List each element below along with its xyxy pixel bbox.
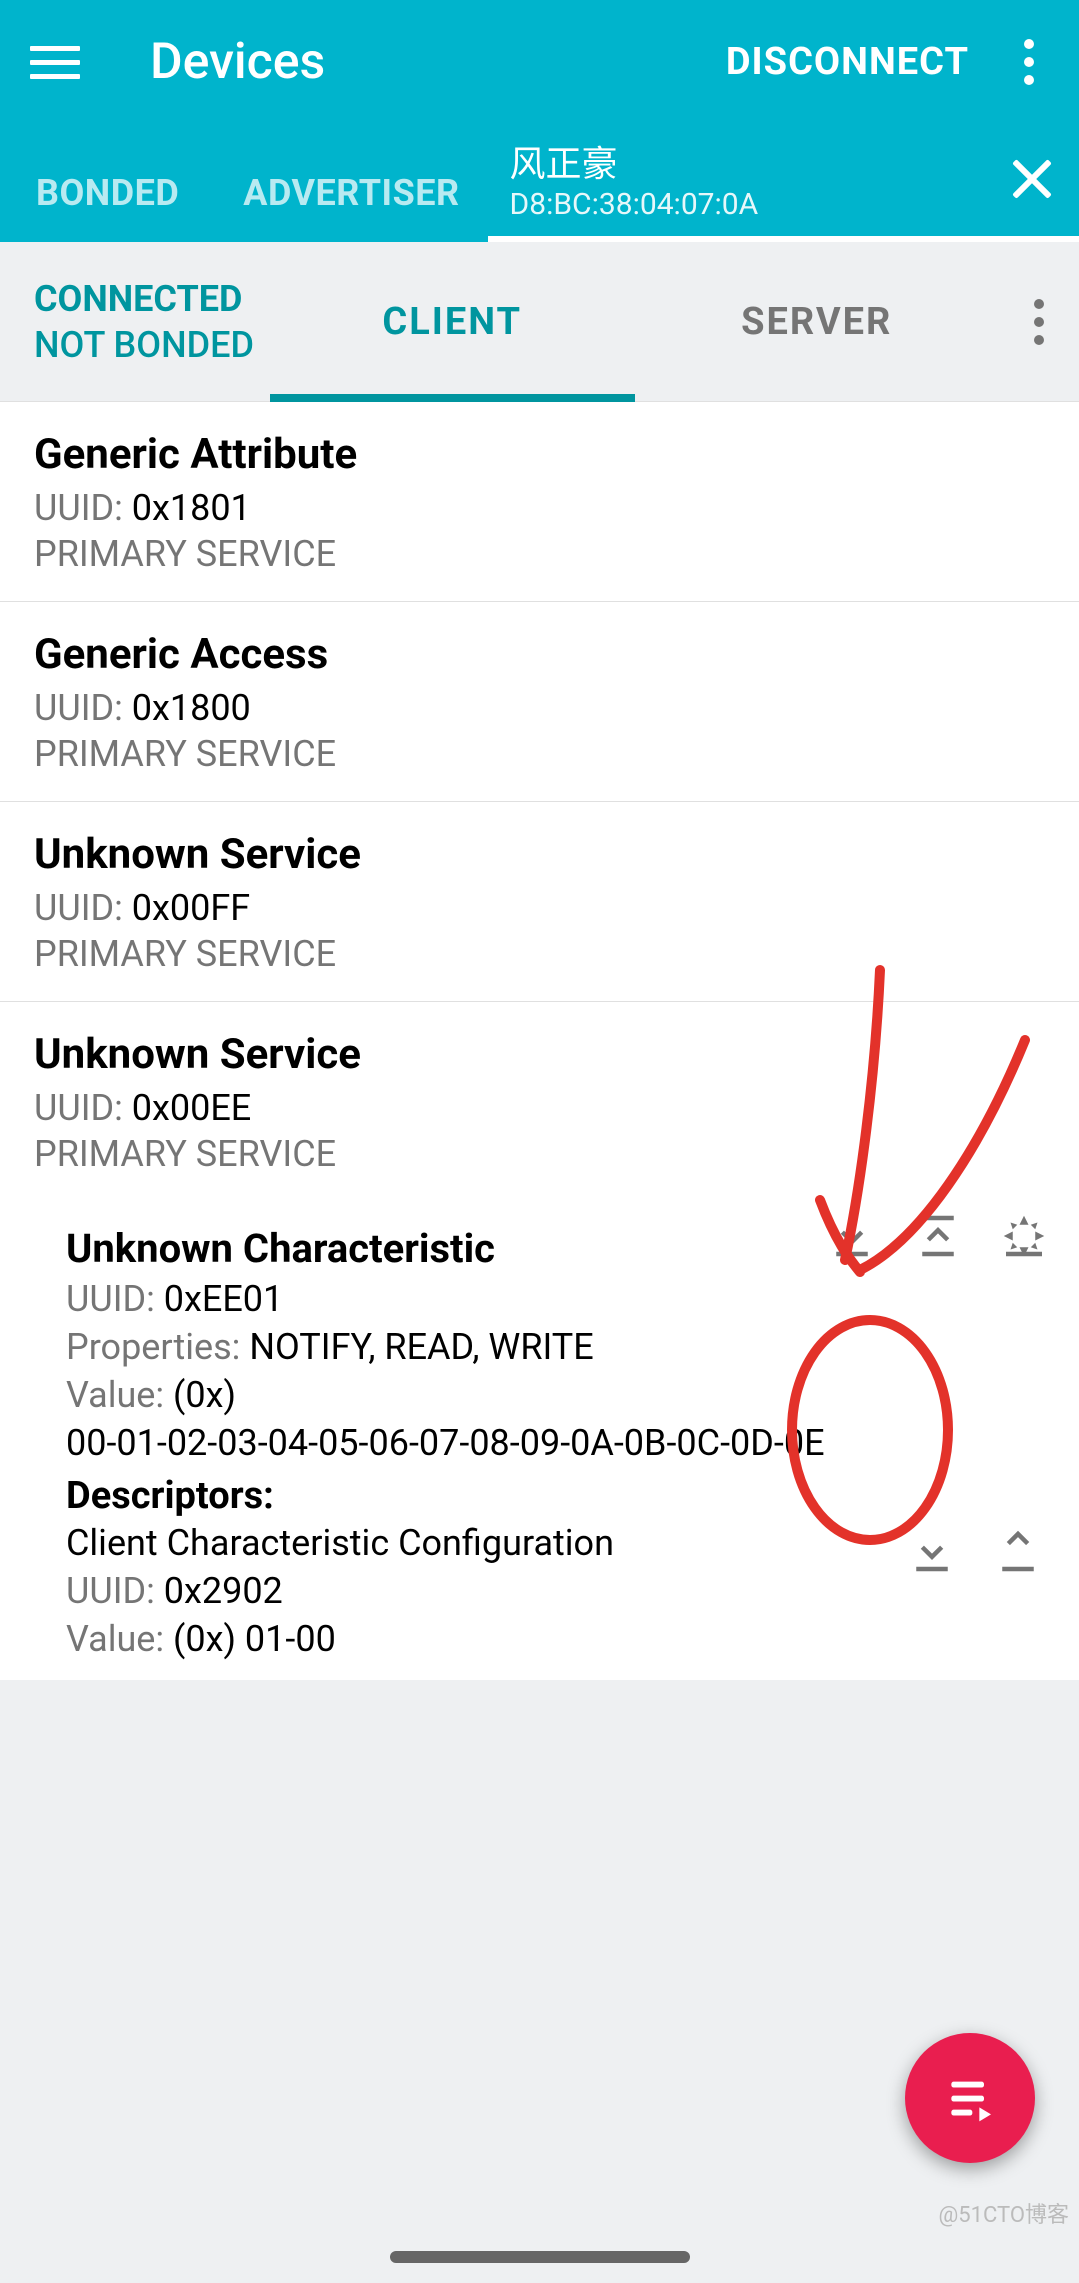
characteristic-value: 00-01-02-03-04-05-06-07-08-09-0A-0B-0C-0… <box>66 1422 825 1464</box>
service-name: Generic Access <box>34 630 1045 679</box>
service-uuid: 0x1800 <box>132 687 251 729</box>
uuid-label: UUID: <box>66 1570 164 1612</box>
uuid-label: UUID: <box>34 1087 132 1129</box>
characteristic-name: Unknown Characteristic <box>66 1207 823 1272</box>
status-bonded: NOT BONDED <box>34 324 270 366</box>
page-title: Devices <box>150 33 726 91</box>
uuid-label: UUID: <box>34 887 132 929</box>
service-type: PRIMARY SERVICE <box>34 933 1045 975</box>
properties-label: Properties: <box>66 1326 249 1368</box>
status-connected: CONNECTED <box>34 278 270 320</box>
characteristic-item: Unknown Characteristic UUID: 0xEE01 Prop… <box>0 1183 1079 1680</box>
uuid-label: UUID: <box>34 487 132 529</box>
service-uuid: 0x00FF <box>132 887 250 929</box>
value-label: Value: <box>66 1374 173 1416</box>
descriptor-name: Client Characteristic Configuration <box>66 1522 903 1564</box>
value-prefix: (0x) <box>173 1374 236 1416</box>
menu-icon[interactable] <box>30 37 80 87</box>
service-name: Unknown Service <box>34 830 1045 879</box>
service-name: Generic Attribute <box>34 430 1045 479</box>
service-item[interactable]: Unknown Service UUID: 0x00FF PRIMARY SER… <box>0 802 1079 1002</box>
service-type: PRIMARY SERVICE <box>34 533 1045 575</box>
upload-icon[interactable] <box>909 1207 967 1265</box>
service-item[interactable]: Generic Access UUID: 0x1800 PRIMARY SERV… <box>0 602 1079 802</box>
tab-bonded[interactable]: BONDED <box>0 172 207 242</box>
service-item[interactable]: Unknown Service UUID: 0x00EE PRIMARY SER… <box>0 1002 1079 1183</box>
disconnect-button[interactable]: DISCONNECT <box>726 40 969 84</box>
service-type: PRIMARY SERVICE <box>34 733 1045 775</box>
device-mac: D8:BC:38:04:07:0A <box>510 187 1007 222</box>
close-icon[interactable] <box>1007 154 1057 204</box>
watermark: @51CTO博客 <box>939 2197 1069 2229</box>
service-name: Unknown Service <box>34 1030 1045 1079</box>
tab-advertiser[interactable]: ADVERTISER <box>207 172 487 242</box>
notify-icon[interactable] <box>995 1207 1053 1265</box>
uuid-label: UUID: <box>66 1278 164 1320</box>
tab-device[interactable]: 风正豪 D8:BC:38:04:07:0A <box>488 125 1079 242</box>
descriptor-uuid: 0x2902 <box>164 1570 283 1612</box>
value-label: Value: <box>66 1618 173 1660</box>
service-uuid: 0x1801 <box>132 487 251 529</box>
nav-handle[interactable] <box>390 2251 690 2263</box>
subbar-overflow-menu-icon[interactable] <box>999 299 1079 345</box>
device-name: 风正豪 <box>510 135 1007 187</box>
download-icon[interactable] <box>903 1522 961 1580</box>
tab-client[interactable]: CLIENT <box>270 242 635 401</box>
upload-icon[interactable] <box>989 1522 1047 1580</box>
characteristic-properties: NOTIFY, READ, WRITE <box>249 1326 593 1368</box>
download-icon[interactable] <box>823 1207 881 1265</box>
uuid-label: UUID: <box>34 687 132 729</box>
fab-button[interactable] <box>905 2033 1035 2163</box>
descriptor-value: (0x) 01-00 <box>173 1618 336 1660</box>
tab-server[interactable]: SERVER <box>635 242 1000 401</box>
service-item[interactable]: Generic Attribute UUID: 0x1801 PRIMARY S… <box>0 402 1079 602</box>
descriptors-label: Descriptors: <box>66 1474 1059 1518</box>
characteristic-uuid: 0xEE01 <box>164 1278 283 1320</box>
overflow-menu-icon[interactable] <box>1009 39 1049 85</box>
service-type: PRIMARY SERVICE <box>34 1133 1045 1175</box>
connection-status: CONNECTED NOT BONDED <box>0 278 270 366</box>
service-uuid: 0x00EE <box>132 1087 251 1129</box>
